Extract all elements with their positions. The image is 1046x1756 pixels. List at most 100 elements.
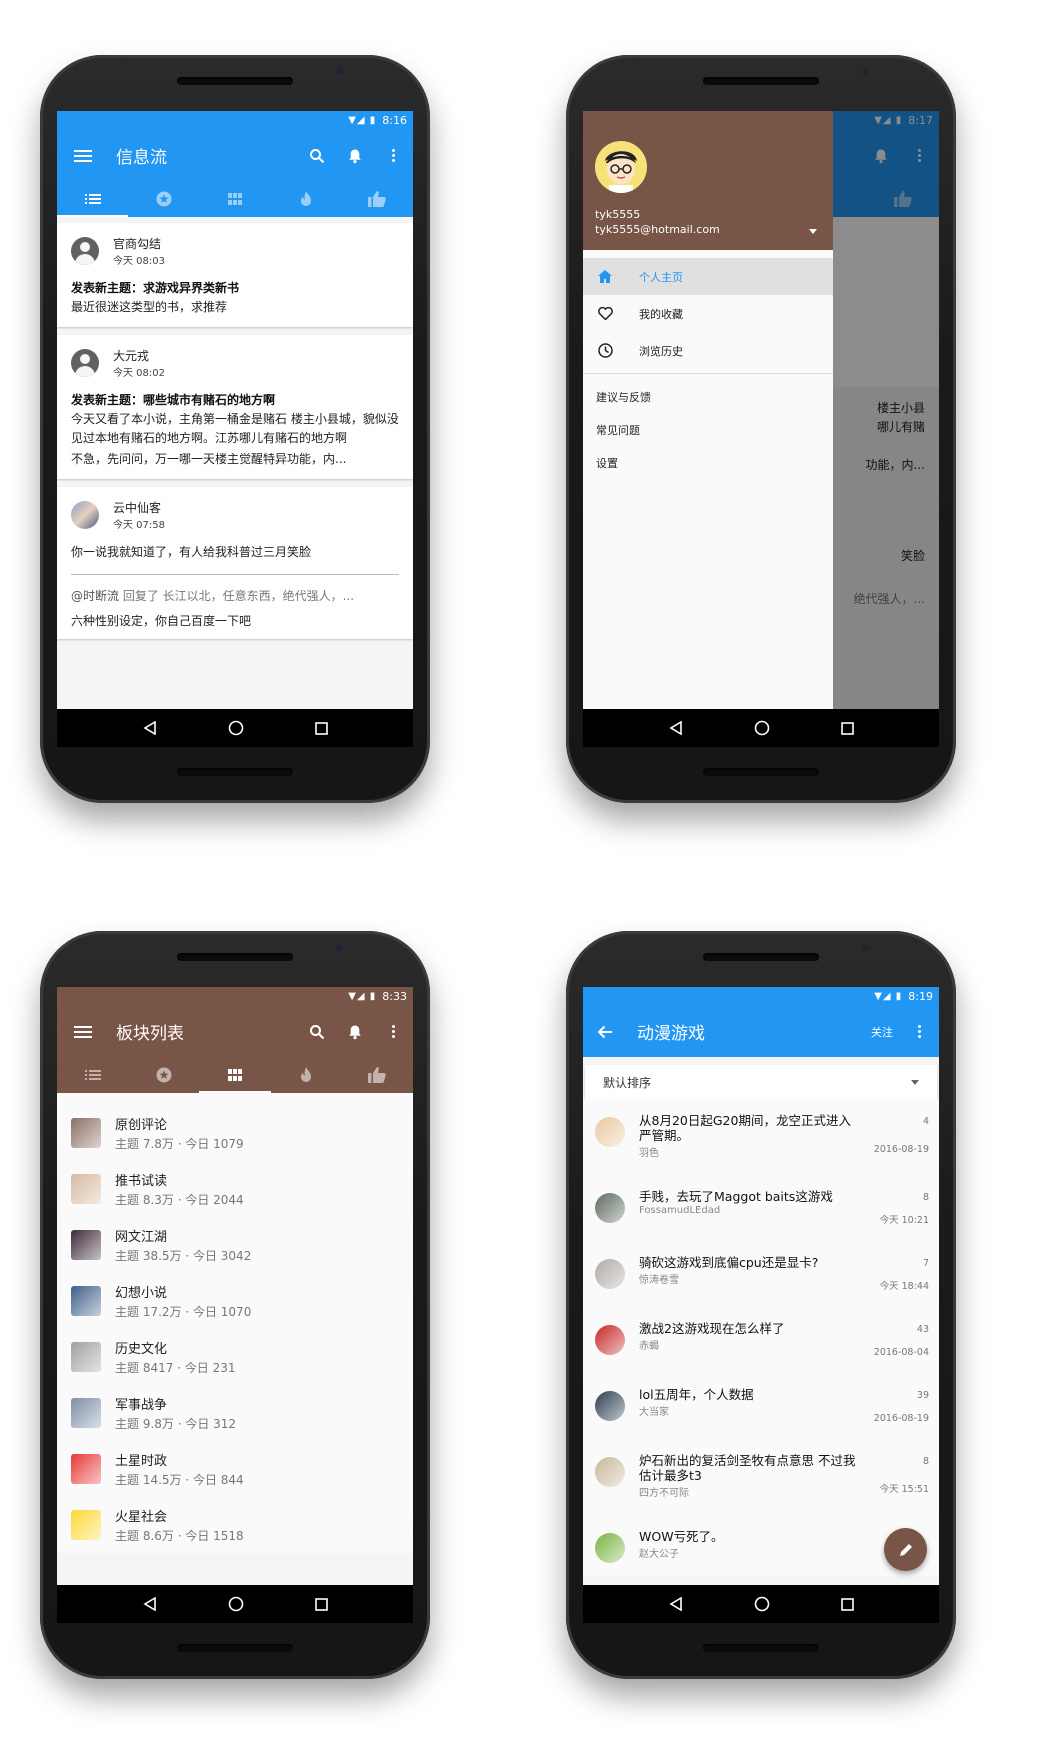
forum-row[interactable]: 土星时政 主题 14.5万 · 今日 844 [57, 1441, 413, 1497]
more-vert-icon[interactable] [385, 148, 401, 164]
user-avatar[interactable] [595, 141, 647, 193]
topic-row[interactable]: 激战2这游戏现在怎么样了 赤蝎 43 2016-08-04 [583, 1311, 939, 1368]
front-camera [862, 944, 869, 951]
quote-user[interactable]: @时断流 [71, 589, 119, 603]
recent-square-icon[interactable] [840, 721, 854, 735]
tab-likes[interactable] [342, 1057, 413, 1093]
topic-avatar[interactable] [595, 1259, 625, 1289]
recent-square-icon[interactable] [840, 1597, 854, 1611]
bell-icon[interactable] [347, 148, 363, 164]
forum-thumbnail [71, 1118, 101, 1148]
forum-row[interactable]: 历史文化 主题 8417 · 今日 231 [57, 1329, 413, 1385]
feed-card[interactable]: 官商勾结 今天 08:03 发表新主题：求游戏异界类新书 最近很迷这类型的书，求… [57, 223, 413, 327]
tab-forums[interactable] [199, 1057, 271, 1093]
tab-feed[interactable] [57, 181, 129, 217]
tab-hot[interactable] [271, 1057, 342, 1093]
search-icon[interactable] [309, 148, 325, 164]
topic-row[interactable]: 骑砍这游戏到底偏cpu还是显卡? 惊涛卷雪 7 今天 18:44 [583, 1245, 939, 1302]
avatar[interactable] [71, 237, 99, 265]
sort-dropdown[interactable]: 默认排序 [585, 1065, 937, 1099]
forum-row[interactable]: 网文江湖 主题 38.5万 · 今日 3042 [57, 1217, 413, 1273]
back-triangle-icon[interactable] [668, 1597, 683, 1611]
speaker-grille [703, 1644, 819, 1652]
back-triangle-icon[interactable] [668, 721, 683, 735]
recent-square-icon[interactable] [314, 1597, 328, 1611]
menu-icon[interactable] [74, 154, 92, 157]
menu-icon[interactable] [74, 1030, 92, 1033]
topic-author: 大当家 [639, 1407, 669, 1418]
forum-stats: 主题 8417 · 今日 231 [115, 1361, 236, 1375]
compose-fab[interactable] [884, 1528, 927, 1571]
topic-avatar[interactable] [595, 1391, 625, 1421]
topic-date: 今天 10:21 [879, 1215, 929, 1226]
avatar[interactable] [71, 501, 99, 529]
topic-avatar[interactable] [595, 1117, 625, 1147]
bell-icon[interactable] [347, 1024, 363, 1040]
forum-stats: 主题 9.8万 · 今日 312 [115, 1417, 237, 1431]
grid-icon [228, 193, 242, 205]
topic-avatar[interactable] [595, 1193, 625, 1223]
feed-card[interactable]: 大元戎 今天 08:02 发表新主题：哪些城市有赌石的地方啊 今天又看了本小说，… [57, 335, 413, 479]
topic-avatar[interactable] [595, 1533, 625, 1563]
follow-button[interactable]: 关注 [871, 1024, 893, 1040]
more-vert-icon[interactable] [385, 1024, 401, 1040]
post-time: 今天 08:03 [113, 256, 165, 267]
recent-square-icon[interactable] [314, 721, 328, 735]
topic-avatar[interactable] [595, 1325, 625, 1355]
forum-thumbnail [71, 1510, 101, 1540]
topic-row[interactable]: 手贱，去玩了Maggot baits这游戏 FossamudLEdad 8 今天 10… [583, 1179, 939, 1236]
back-triangle-icon[interactable] [142, 721, 157, 735]
tab-bar [57, 181, 413, 217]
drawer-item-history[interactable]: 浏览历史 [583, 332, 833, 369]
topic-author: 四方不可际 [639, 1488, 689, 1499]
tab-favorites[interactable] [128, 1057, 199, 1093]
forum-row[interactable]: 推书试读 主题 8.3万 · 今日 2044 [57, 1161, 413, 1217]
author-name[interactable]: 云中仙客 [113, 499, 165, 516]
forum-list: 原创评论 主题 7.8万 · 今日 1079 推书试读 主题 8.3万 · 今日 2… [57, 1093, 413, 1553]
feed-card[interactable]: 云中仙客 今天 07:58 你一说我就知道了，有人给我科普过三月笑脸 @时断流 … [57, 487, 413, 639]
topic-avatar[interactable] [595, 1457, 625, 1487]
tab-feed[interactable] [57, 1057, 128, 1093]
tab-likes[interactable] [342, 181, 413, 217]
forum-thumbnail [71, 1174, 101, 1204]
author-name[interactable]: 大元戎 [113, 347, 165, 364]
tab-favorites[interactable] [128, 181, 199, 217]
status-time: 8:16 [382, 114, 407, 127]
drawer-link-faq[interactable]: 常见问题 [583, 413, 833, 446]
home-circle-icon[interactable] [754, 1596, 770, 1612]
forum-row[interactable]: 幻想小说 主题 17.2万 · 今日 1070 [57, 1273, 413, 1329]
home-circle-icon[interactable] [754, 720, 770, 736]
topic-author: FossamudLEdad [639, 1205, 721, 1216]
search-icon[interactable] [309, 1024, 325, 1040]
forum-row[interactable]: 火星社会 主题 8.6万 · 今日 1518 [57, 1497, 413, 1553]
tab-hot[interactable] [271, 181, 342, 217]
navigation-drawer: tyk5555 tyk5555@hotmail.com 个人主页 我的收藏 浏览… [583, 111, 833, 747]
more-vert-icon[interactable] [911, 1024, 927, 1040]
drawer-link-feedback[interactable]: 建议与反馈 [583, 380, 833, 413]
heart-icon [597, 306, 613, 322]
forum-row[interactable]: 军事战争 主题 9.8万 · 今日 312 [57, 1385, 413, 1441]
drawer-link-settings[interactable]: 设置 [583, 446, 833, 479]
home-circle-icon[interactable] [228, 1596, 244, 1612]
screen-forums: ▼◢ ▮ 8:33 板块列表 原创评论 主题 7.8万 · 今日 1079 推书试… [57, 987, 413, 1623]
topic-row[interactable]: lol五周年，个人数据 大当家 39 2016-08-19 [583, 1377, 939, 1434]
arrow-back-icon[interactable] [597, 1024, 613, 1040]
drawer-item-home[interactable]: 个人主页 [583, 258, 833, 295]
topic-title: WOW亏死了。 [639, 1529, 724, 1544]
topic-title: 从8月20日起G20期间，龙空正式进入严管期。 [639, 1113, 851, 1143]
forum-row[interactable]: 原创评论 主题 7.8万 · 今日 1079 [57, 1105, 413, 1161]
forum-stats: 主题 17.2万 · 今日 1070 [115, 1305, 252, 1319]
topic-row[interactable]: 从8月20日起G20期间，龙空正式进入严管期。 羽色 4 2016-08-19 [583, 1103, 939, 1165]
drawer-item-favorites[interactable]: 我的收藏 [583, 295, 833, 332]
tab-forums[interactable] [199, 181, 270, 217]
back-triangle-icon[interactable] [142, 1597, 157, 1611]
author-name[interactable]: 官商勾结 [113, 235, 165, 252]
signal-icon: ▼◢ ▮ [348, 991, 377, 1002]
page-title: 动漫游戏 [637, 1024, 705, 1044]
home-circle-icon[interactable] [228, 720, 244, 736]
system-nav-bar [583, 1585, 939, 1623]
avatar[interactable] [71, 349, 99, 377]
account-dropdown-icon[interactable] [809, 229, 817, 234]
topic-row[interactable]: 炉石新出的复活剑圣牧有点意思 不过我估计最多t3 四方不可际 8 今天 15:51 [583, 1443, 939, 1505]
quoted-reply[interactable]: @时断流 回复了 长江以北，任意东西，绝代强人，... [71, 574, 399, 604]
